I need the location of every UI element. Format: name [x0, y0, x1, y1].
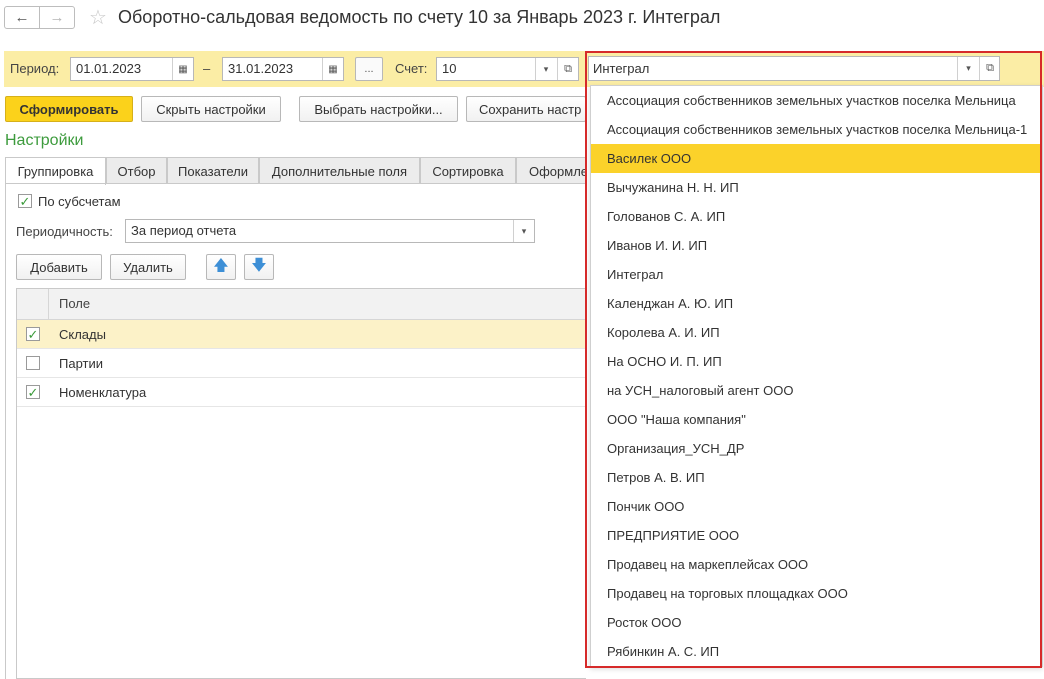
arrow-right-icon: →: [49, 9, 65, 26]
date-from-value: 01.01.2023: [76, 61, 142, 76]
column-header-field[interactable]: Поле: [59, 296, 90, 311]
by-subaccounts-label: По субсчетам: [38, 194, 121, 209]
arrow-down-icon: 🡇: [251, 256, 267, 274]
row-label: Партии: [59, 356, 103, 371]
panel-border: [5, 183, 6, 679]
calendar-icon[interactable]: ▦: [172, 58, 193, 80]
page-title: Оборотно-сальдовая ведомость по счету 10…: [118, 7, 721, 27]
periodicity-value: За период отчета: [131, 223, 237, 238]
open-icon[interactable]: ⧉: [557, 58, 578, 80]
tab-grouping[interactable]: Группировка: [5, 157, 106, 185]
period-dash: –: [203, 61, 211, 76]
choose-settings-button[interactable]: Выбрать настройки...: [299, 96, 458, 122]
tabs-divider: [5, 183, 585, 184]
period-choose-button[interactable]: ...: [355, 57, 383, 81]
account-label: Счет:: [395, 61, 428, 76]
chevron-down-icon[interactable]: ▾: [535, 58, 556, 80]
by-subaccounts-checkbox[interactable]: ✓: [18, 194, 32, 208]
periodicity-label: Периодичность:: [16, 224, 113, 239]
settings-title: Настройки: [5, 132, 84, 149]
move-up-button[interactable]: 🡅: [206, 254, 236, 280]
account-field[interactable]: 10 ▾ ⧉: [436, 57, 579, 81]
arrow-left-icon: ←: [14, 9, 30, 26]
forward-button[interactable]: →: [39, 6, 75, 29]
calendar-icon[interactable]: ▦: [322, 58, 343, 80]
arrow-up-icon: 🡅: [213, 256, 229, 274]
tab-additional-fields[interactable]: Дополнительные поля: [259, 157, 420, 184]
table-row[interactable]: ✓ Склады: [17, 320, 586, 349]
period-label: Период:: [10, 61, 60, 76]
table-row[interactable]: ✓ Номенклатура: [17, 378, 586, 407]
periodicity-select[interactable]: За период отчета ▾: [125, 219, 535, 243]
checkmark-icon: ✓: [19, 193, 31, 209]
save-settings-button[interactable]: Сохранить настр: [466, 96, 586, 122]
date-to-field[interactable]: 31.01.2023 ▦: [222, 57, 344, 81]
back-button[interactable]: ←: [4, 6, 40, 29]
grouping-table[interactable]: Поле ✓ Склады Партии ✓ Номенклатура: [16, 288, 586, 679]
table-row[interactable]: Партии: [17, 349, 586, 378]
date-to-value: 31.01.2023: [228, 61, 294, 76]
chevron-down-icon[interactable]: ▾: [513, 220, 534, 242]
delete-button[interactable]: Удалить: [110, 254, 186, 280]
table-header: Поле: [17, 289, 586, 320]
tab-sorting[interactable]: Сортировка: [420, 157, 516, 184]
checkmark-icon: ✓: [27, 326, 39, 342]
row-checkbox[interactable]: ✓: [26, 327, 40, 341]
tab-indicators[interactable]: Показатели: [167, 157, 259, 184]
tab-formatting[interactable]: Оформле: [516, 157, 586, 184]
add-button[interactable]: Добавить: [16, 254, 102, 280]
tab-filter[interactable]: Отбор: [106, 157, 167, 184]
checkmark-icon: ✓: [27, 384, 39, 400]
row-checkbox[interactable]: ✓: [26, 385, 40, 399]
row-checkbox[interactable]: [26, 356, 40, 370]
generate-button[interactable]: Сформировать: [5, 96, 133, 122]
account-value: 10: [442, 61, 457, 76]
row-label: Склады: [59, 327, 106, 342]
date-from-field[interactable]: 01.01.2023 ▦: [70, 57, 194, 81]
star-icon[interactable]: ☆: [89, 5, 107, 30]
row-label: Номенклатура: [59, 385, 147, 400]
highlight-frame: [585, 51, 1042, 668]
hide-settings-button[interactable]: Скрыть настройки: [141, 96, 281, 122]
move-down-button[interactable]: 🡇: [244, 254, 274, 280]
